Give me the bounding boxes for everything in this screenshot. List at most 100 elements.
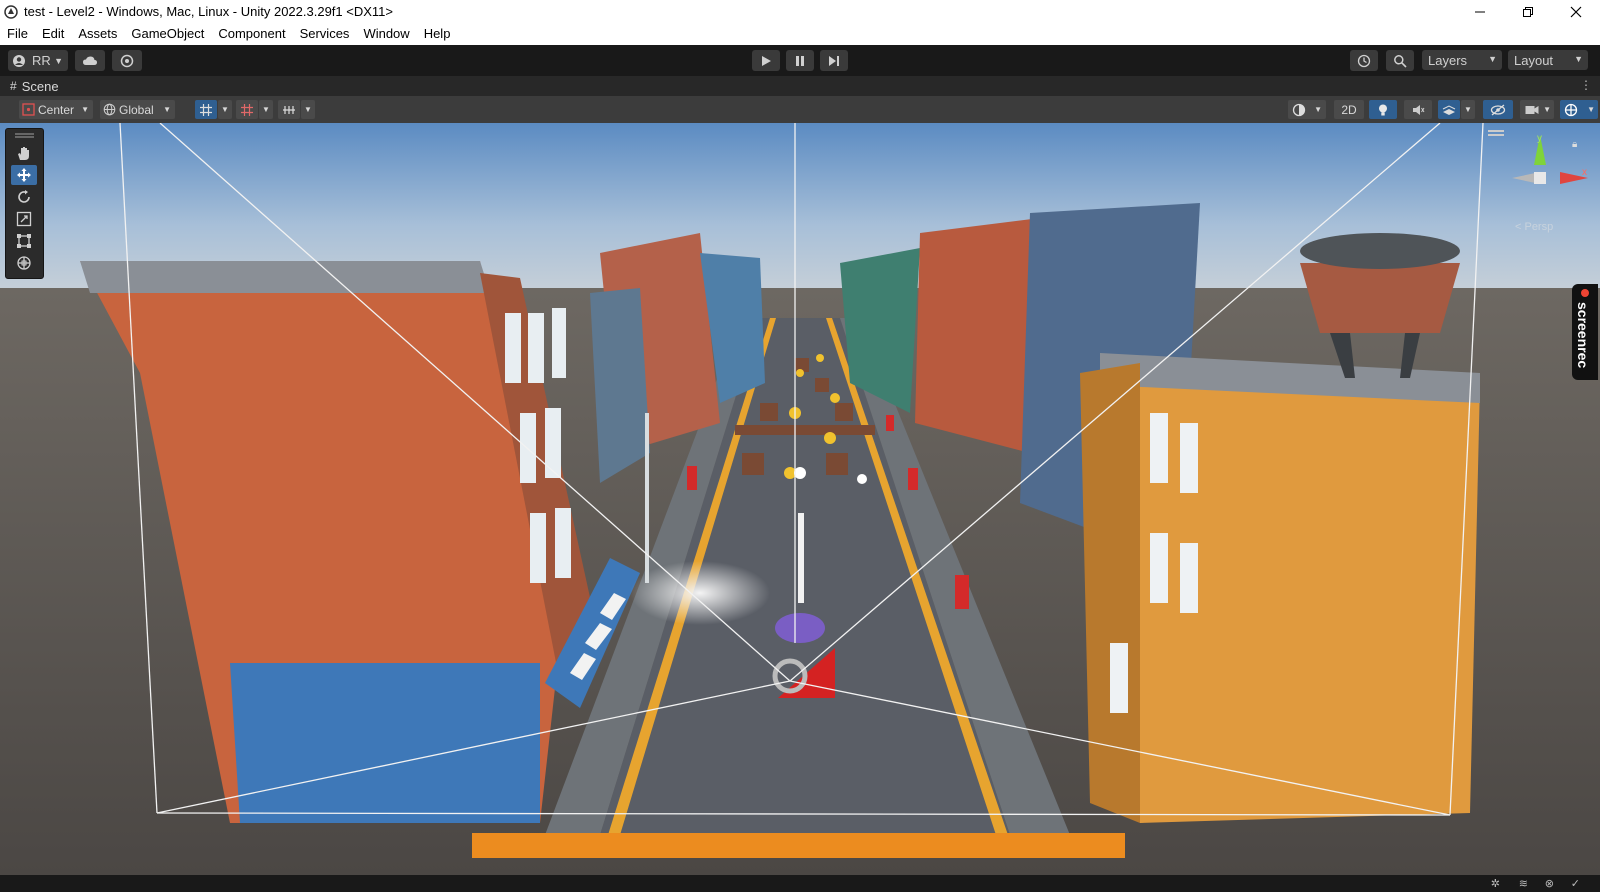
- gizmos-icon: [1564, 103, 1578, 116]
- collab-button[interactable]: [112, 50, 142, 71]
- menu-help[interactable]: Help: [417, 23, 458, 45]
- grid-visibility-toggle[interactable]: [236, 100, 258, 119]
- scene-viewport[interactable]: y x < Persp 🔒︎: [0, 123, 1600, 875]
- projection-label[interactable]: < Persp: [1515, 221, 1553, 233]
- gizmo-menu-handle-icon[interactable]: [1488, 130, 1504, 132]
- lighting-toggle[interactable]: [1369, 100, 1397, 119]
- collab-icon: [120, 54, 134, 67]
- chevron-down-icon: ▼: [81, 105, 89, 114]
- chevron-down-icon: ▼: [1574, 54, 1583, 64]
- draw-mode-dropdown[interactable]: ▼: [1288, 100, 1326, 119]
- rect-tool[interactable]: [11, 231, 37, 251]
- hand-icon: [18, 147, 29, 160]
- pause-button[interactable]: [786, 50, 814, 71]
- layers-dropdown[interactable]: Layers ▼: [1422, 50, 1502, 70]
- menu-assets[interactable]: Assets: [71, 23, 124, 45]
- scale-icon: [16, 211, 32, 227]
- rotate-icon: [18, 190, 30, 203]
- screenrec-overlay[interactable]: screenrec: [1572, 284, 1598, 380]
- search-button[interactable]: [1386, 50, 1414, 71]
- close-icon: [1570, 6, 1582, 17]
- bug-icon[interactable]: ✲: [1491, 877, 1500, 890]
- grid-snap-toggle[interactable]: [195, 100, 217, 119]
- audio-icon: [1413, 104, 1425, 115]
- gizmos-dropdown[interactable]: ▼: [1560, 100, 1598, 119]
- pivot-center-icon: [22, 103, 35, 116]
- chevron-down-icon: ▼: [163, 105, 171, 114]
- move-tool[interactable]: [11, 165, 37, 185]
- space-dropdown[interactable]: Global ▼: [100, 100, 175, 119]
- camera-icon: [1525, 105, 1539, 114]
- minimize-button[interactable]: [1456, 0, 1504, 23]
- layers-stack-icon[interactable]: ≋: [1519, 877, 1528, 890]
- effects-dropdown[interactable]: ▼: [1461, 100, 1475, 119]
- tab-scene[interactable]: # Scene: [0, 76, 59, 96]
- cloud-button[interactable]: [75, 50, 105, 71]
- screenrec-label: screenrec: [1575, 302, 1591, 369]
- menu-edit[interactable]: Edit: [35, 23, 71, 45]
- check-icon[interactable]: ✓: [1571, 877, 1580, 890]
- space-label: Global: [119, 102, 154, 117]
- pivot-dropdown[interactable]: Center ▼: [19, 100, 93, 119]
- unity-logo-icon: [4, 4, 18, 19]
- palette-drag-handle-icon[interactable]: [15, 133, 34, 135]
- account-label: RR: [32, 53, 51, 68]
- main-toolbar: RR ▼ Layers ▼ Layout ▼: [0, 45, 1600, 76]
- maximize-button[interactable]: [1504, 0, 1552, 23]
- menu-gameobject[interactable]: GameObject: [124, 23, 211, 45]
- scene-toolbar: Center ▼ Global ▼ ▼ ▼ ▼ ▼ 2D ▼ ▼ ▼: [0, 96, 1600, 124]
- increment-snap-icon: [283, 105, 295, 114]
- lock-icon[interactable]: 🔒︎: [1572, 139, 1577, 150]
- network-icon[interactable]: ⊗: [1545, 877, 1554, 890]
- gizmo-x-label: x: [1582, 167, 1587, 178]
- move-icon: [17, 168, 31, 182]
- menu-file[interactable]: File: [0, 23, 35, 45]
- increment-snap-dropdown[interactable]: ▼: [301, 100, 315, 119]
- more-options-icon[interactable]: ⋮: [1580, 78, 1592, 92]
- undo-history-button[interactable]: [1350, 50, 1378, 71]
- pause-icon: [796, 55, 804, 66]
- chevron-down-icon: ▼: [54, 55, 63, 66]
- camera-settings-dropdown[interactable]: ▼: [1520, 100, 1554, 119]
- transform-tool[interactable]: [11, 253, 37, 273]
- minimize-icon: [1475, 11, 1485, 12]
- step-icon: [829, 55, 839, 66]
- account-dropdown[interactable]: RR ▼: [8, 50, 68, 71]
- step-button[interactable]: [820, 50, 848, 71]
- play-button[interactable]: [752, 50, 780, 71]
- scale-tool[interactable]: [11, 209, 37, 229]
- chevron-down-icon: ▼: [1314, 105, 1322, 114]
- hand-tool[interactable]: [11, 143, 37, 163]
- rect-transform-icon: [17, 234, 31, 248]
- grid-hash-icon: #: [10, 79, 17, 93]
- toggle-2d-button[interactable]: 2D: [1334, 100, 1364, 119]
- menu-component[interactable]: Component: [211, 23, 292, 45]
- menu-window[interactable]: Window: [356, 23, 416, 45]
- scene-render: [0, 123, 1600, 875]
- layout-dropdown[interactable]: Layout ▼: [1508, 50, 1588, 70]
- grid-snap-dropdown[interactable]: ▼: [218, 100, 232, 119]
- effects-icon: [1442, 104, 1456, 115]
- tools-palette: [5, 128, 44, 279]
- effects-toggle[interactable]: [1438, 100, 1460, 119]
- close-button[interactable]: [1552, 0, 1600, 23]
- transform-icon: [17, 256, 31, 270]
- audio-toggle[interactable]: [1404, 100, 1432, 119]
- window-title: test - Level2 - Windows, Mac, Linux - Un…: [24, 4, 393, 19]
- increment-snap-toggle[interactable]: [278, 100, 300, 119]
- chevron-down-icon: ▼: [1587, 105, 1595, 114]
- search-icon: [1394, 54, 1407, 68]
- status-bar: ✲ ≋ ⊗ ✓: [0, 875, 1600, 892]
- hidden-objects-toggle[interactable]: [1483, 100, 1513, 119]
- layout-label: Layout: [1514, 52, 1554, 68]
- rotate-tool[interactable]: [11, 187, 37, 207]
- cloud-icon: [83, 56, 97, 65]
- record-icon: [1581, 289, 1589, 297]
- chevron-down-icon: ▼: [1488, 54, 1497, 64]
- grid-visibility-dropdown[interactable]: ▼: [259, 100, 273, 119]
- grid-snap-icon: [200, 103, 212, 116]
- menu-bar: File Edit Assets GameObject Component Se…: [0, 23, 1600, 45]
- menu-services[interactable]: Services: [293, 23, 357, 45]
- layers-label: Layers: [1428, 52, 1468, 68]
- grid-visibility-icon: [241, 103, 253, 116]
